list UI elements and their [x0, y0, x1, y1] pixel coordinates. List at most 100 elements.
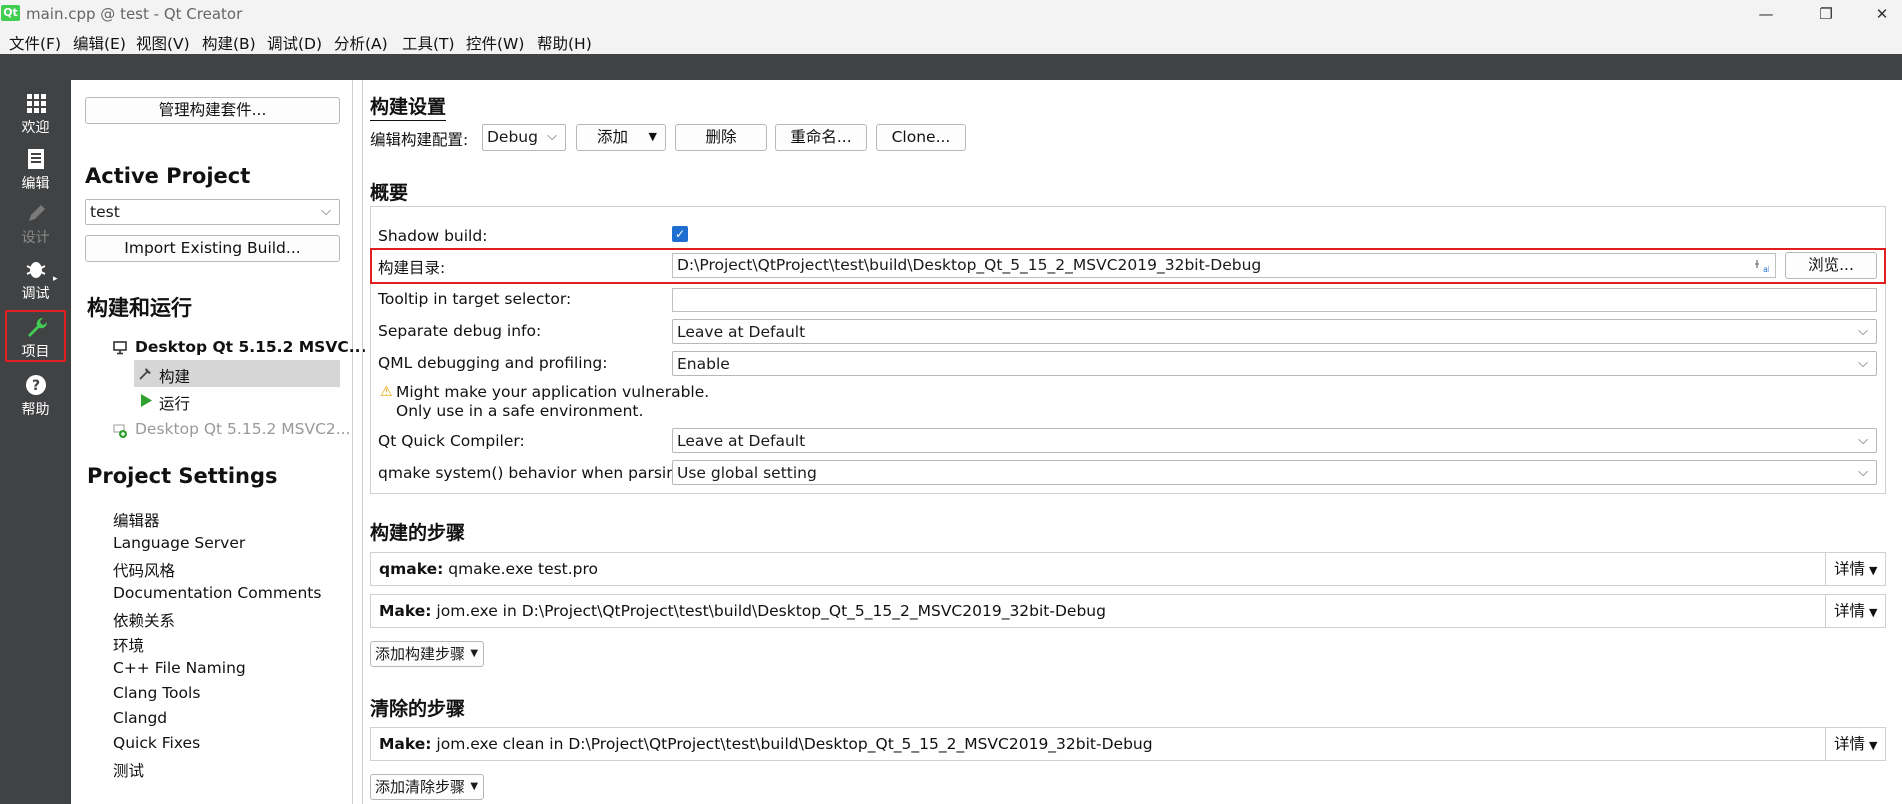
add-config-label: 添加 — [597, 128, 629, 146]
ps-documentation-comments[interactable]: Documentation Comments — [113, 584, 321, 602]
ps-clang-tools[interactable]: Clang Tools — [113, 684, 200, 702]
shadow-build-checkbox[interactable]: ✓ — [672, 226, 688, 242]
details-button[interactable]: 详情 ▼ — [1825, 728, 1885, 760]
ps-dependencies[interactable]: 依赖关系 — [113, 609, 175, 631]
ps-language-server[interactable]: Language Server — [113, 534, 245, 552]
document-icon — [28, 149, 44, 169]
config-select[interactable]: Debug ⌵ — [482, 124, 566, 151]
splitter[interactable] — [362, 80, 363, 804]
ps-environment[interactable]: 环境 — [113, 634, 144, 656]
caret-down-icon: ▼ — [648, 130, 657, 143]
add-clean-step-label: 添加清除步骤 — [375, 778, 466, 796]
kit-item-disabled[interactable]: Desktop Qt 5.15.2 MSVC2... — [135, 420, 351, 438]
mode-help[interactable]: ? 帮助 — [0, 368, 71, 420]
hammer-icon — [139, 368, 151, 380]
mode-bar: 欢迎 编辑 设计 ▸ 调试 项目 ? 帮助 — [0, 80, 71, 804]
mode-debug[interactable]: ▸ 调试 — [0, 252, 71, 304]
ps-testing[interactable]: 测试 — [113, 759, 144, 781]
delete-config-button[interactable]: 删除 — [675, 124, 767, 151]
quick-compiler-select[interactable]: Leave at Default ⌵ — [672, 428, 1877, 453]
ps-cpp-file-naming[interactable]: C++ File Naming — [113, 659, 246, 677]
qmake-system-value: Use global setting — [677, 464, 817, 482]
clean-step-make[interactable]: Make: jom.exe clean in D:\Project\QtProj… — [370, 727, 1886, 761]
ps-code-style[interactable]: 代码风格 — [113, 559, 175, 581]
run-item[interactable]: 运行 — [159, 392, 190, 414]
grid-icon — [27, 94, 46, 113]
add-build-step-button[interactable]: 添加构建步骤 ▼ — [370, 641, 485, 667]
clean-steps-title: 清除的步骤 — [370, 698, 466, 720]
add-clean-step-button[interactable]: 添加清除步骤 ▼ — [370, 774, 485, 800]
project-select[interactable]: test ⌵ — [85, 199, 340, 225]
menu-analyze[interactable]: 分析(A) — [334, 32, 388, 54]
caret-down-icon: ▼ — [1869, 606, 1878, 619]
close-button[interactable]: ✕ — [1862, 2, 1902, 26]
mode-design[interactable]: 设计 — [0, 196, 71, 248]
svg-text:ab: ab — [1763, 265, 1769, 274]
chevron-down-icon: ⌵ — [1858, 465, 1868, 480]
menu-file[interactable]: 文件(F) — [9, 32, 61, 54]
build-item[interactable]: 构建 — [159, 365, 190, 387]
variables-icon[interactable]: ab — [1753, 258, 1769, 274]
build-step-qmake[interactable]: qmake: qmake.exe test.pro 详情 ▼ — [370, 552, 1886, 586]
ps-clangd[interactable]: Clangd — [113, 709, 167, 727]
chevron-down-icon: ⌵ — [1858, 324, 1868, 339]
menu-tools[interactable]: 工具(T) — [402, 32, 455, 54]
chevron-down-icon: ⌵ — [547, 129, 557, 144]
toolbar-strip — [0, 54, 1902, 80]
manage-kits-button[interactable]: 管理构建套件... — [85, 97, 340, 124]
caret-down-icon: ▼ — [470, 648, 479, 659]
mode-label: 设计 — [21, 230, 50, 246]
qt-creator-window: Qt main.cpp @ test - Qt Creator — ❐ ✕ 文件… — [0, 0, 1902, 804]
mode-edit[interactable]: 编辑 — [0, 142, 71, 194]
details-button[interactable]: 详情 ▼ — [1825, 553, 1885, 585]
chevron-down-icon: ⌵ — [1858, 433, 1868, 448]
step-command: jom.exe clean in D:\Project\QtProject\te… — [431, 735, 1153, 753]
build-step-make[interactable]: Make: jom.exe in D:\Project\QtProject\te… — [370, 594, 1886, 628]
qml-debug-select[interactable]: Enable ⌵ — [672, 351, 1877, 376]
menu-bar: 文件(F) 编辑(E) 视图(V) 构建(B) 调试(D) 分析(A) 工具(T… — [0, 28, 1902, 54]
kit-item[interactable]: Desktop Qt 5.15.2 MSVC... — [135, 338, 366, 356]
clone-config-button[interactable]: Clone... — [876, 124, 966, 151]
rename-config-button[interactable]: 重命名... — [775, 124, 867, 151]
separate-debug-select[interactable]: Leave at Default ⌵ — [672, 319, 1877, 344]
add-build-step-label: 添加构建步骤 — [375, 645, 466, 663]
menu-view[interactable]: 视图(V) — [136, 32, 190, 54]
ps-editor[interactable]: 编辑器 — [113, 509, 160, 531]
pencil-icon — [29, 205, 45, 221]
qt-logo-icon: Qt — [1, 5, 20, 21]
build-dir-label: 构建目录: — [378, 259, 446, 277]
separate-debug-label: Separate debug info: — [378, 322, 542, 340]
mode-welcome[interactable]: 欢迎 — [0, 86, 71, 138]
menu-controls[interactable]: 控件(W) — [466, 32, 524, 54]
details-label: 详情 — [1834, 735, 1866, 753]
quick-compiler-label: Qt Quick Compiler: — [378, 432, 525, 450]
monitor-icon — [113, 341, 127, 355]
ps-quick-fixes[interactable]: Quick Fixes — [113, 734, 200, 752]
help-icon: ? — [26, 375, 46, 395]
menu-build[interactable]: 构建(B) — [202, 32, 256, 54]
browse-button[interactable]: 浏览... — [1785, 252, 1877, 279]
mode-projects[interactable]: 项目 — [5, 310, 66, 362]
details-button[interactable]: 详情 ▼ — [1825, 595, 1885, 627]
build-run-heading: 构建和运行 — [87, 296, 192, 320]
qmake-system-label: qmake system() behavior when parsing: — [378, 464, 692, 482]
minimize-button[interactable]: — — [1746, 2, 1786, 26]
menu-help[interactable]: 帮助(H) — [537, 32, 592, 54]
caret-down-icon: ▼ — [1869, 739, 1878, 752]
build-dir-value: D:\Project\QtProject\test\build\Desktop_… — [677, 256, 1262, 274]
svg-text:?: ? — [32, 378, 40, 394]
details-label: 详情 — [1834, 560, 1866, 578]
add-config-button[interactable]: 添加 ▼ — [576, 124, 666, 151]
step-command: qmake.exe test.pro — [443, 560, 599, 578]
caret-down-icon: ▼ — [1869, 564, 1878, 577]
menu-edit[interactable]: 编辑(E) — [73, 32, 126, 54]
menu-debug[interactable]: 调试(D) — [267, 32, 322, 54]
quick-compiler-value: Leave at Default — [677, 432, 806, 450]
build-dir-input[interactable]: D:\Project\QtProject\test\build\Desktop_… — [672, 253, 1776, 278]
qmake-system-select[interactable]: Use global setting ⌵ — [672, 460, 1877, 485]
import-build-button[interactable]: Import Existing Build... — [85, 235, 340, 262]
mode-label: 编辑 — [21, 176, 50, 192]
restore-button[interactable]: ❐ — [1806, 2, 1846, 26]
run-icon — [141, 394, 152, 407]
tooltip-input[interactable] — [672, 288, 1877, 312]
